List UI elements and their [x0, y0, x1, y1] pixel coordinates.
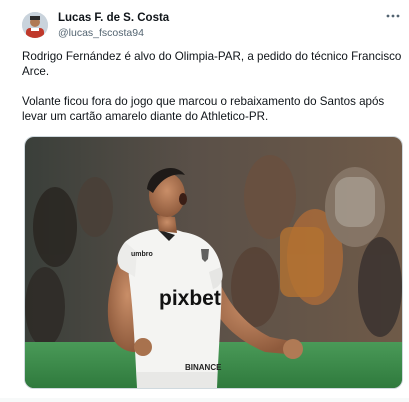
tweet-paragraph: Rodrigo Fernández é alvo do Olimpia-PAR,… [22, 50, 402, 78]
tweet-text: Rodrigo Fernández é alvo do Olimpia-PAR,… [22, 49, 404, 124]
tweet-card: Lucas F. de S. Costa @lucas_fscosta94 Ro… [0, 0, 409, 402]
lower-sponsor-text: BINANCE [185, 363, 222, 372]
tweet-paragraph: Volante ficou fora do jogo que marcou o … [22, 95, 385, 123]
divider [0, 398, 409, 402]
author-handle[interactable]: @lucas_fscosta94 [58, 27, 144, 39]
tweet-photo[interactable]: umbro pixbet BINANCE [24, 136, 403, 389]
author-avatar[interactable] [22, 12, 48, 38]
author-name[interactable]: Lucas F. de S. Costa [58, 12, 169, 24]
kit-brand-text: umbro [131, 251, 153, 258]
jersey-sponsor-text: pixbet [159, 287, 221, 310]
more-horizontal-icon[interactable] [383, 8, 403, 24]
